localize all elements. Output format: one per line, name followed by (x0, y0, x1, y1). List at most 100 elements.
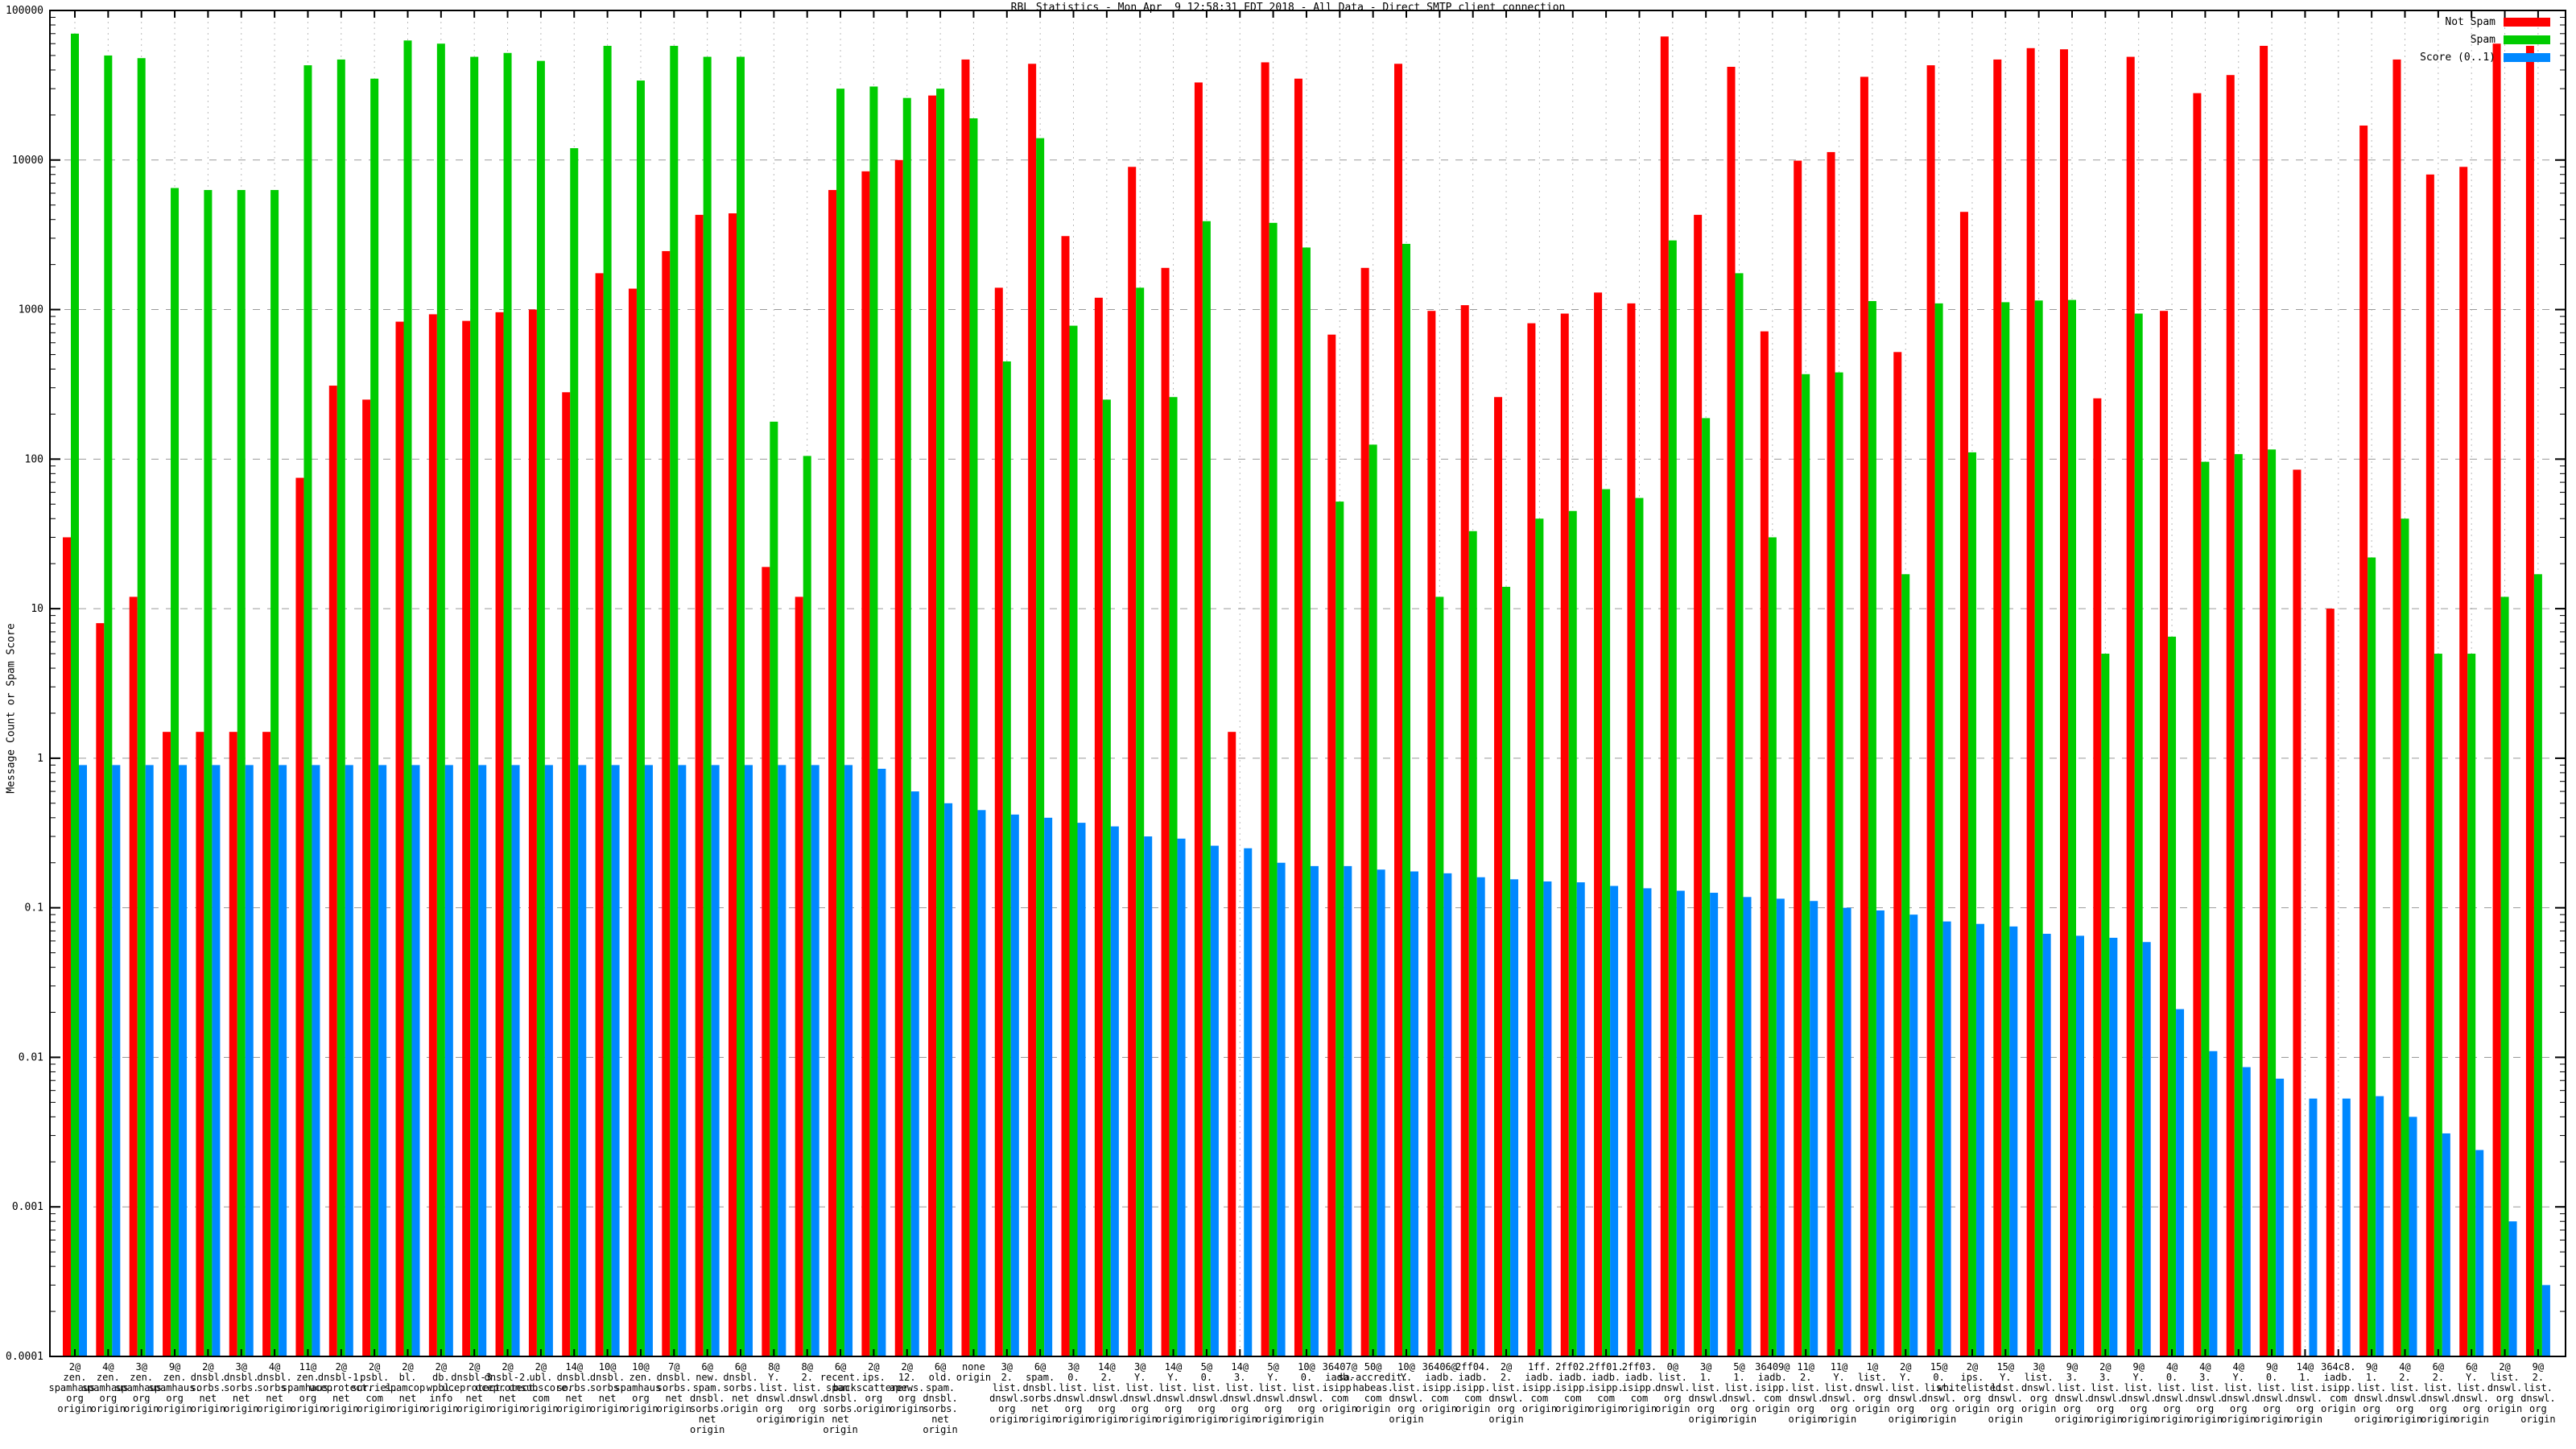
bar (2193, 93, 2202, 1356)
x-category-label: 2@ Y. list. dnswl. org origin (1889, 1361, 1923, 1425)
x-category-label: 9@ 1. list. dnswl. org origin (2354, 1361, 2388, 1425)
bar (961, 59, 970, 1356)
bar (1335, 502, 1344, 1356)
bar (1893, 352, 1902, 1357)
x-category-label: 14@ 3. list. dnswl. org origin (1223, 1361, 1257, 1425)
bar (71, 33, 79, 1356)
bar (869, 86, 878, 1357)
bar (1302, 247, 1311, 1356)
x-category-label: 11@ Y. list. dnswl. org origin (1822, 1361, 1856, 1425)
bar (503, 52, 512, 1357)
bar (1202, 221, 1211, 1356)
bar (977, 810, 986, 1356)
bar (171, 188, 180, 1357)
x-category-label: 9@ 2. list. dnswl. org origin (2520, 1361, 2555, 1425)
bar (2401, 518, 2409, 1356)
x-category-label: 6@ recent. spam. dnsbl. sorbs. net origin (820, 1361, 861, 1435)
bar (2234, 454, 2243, 1356)
bar (229, 732, 237, 1356)
x-category-label: 2@ 12. apews. org origin (890, 1361, 924, 1414)
bar (63, 537, 71, 1356)
bar (611, 765, 620, 1356)
bar (1310, 865, 1319, 1356)
x-category-label: 4@ 0. list. dnswl. org origin (2154, 1361, 2189, 1425)
bar (1702, 418, 1711, 1356)
bar (245, 765, 254, 1356)
bar (2001, 302, 2010, 1357)
bar (603, 45, 612, 1356)
bar (1228, 732, 1236, 1356)
bar (1710, 893, 1719, 1356)
x-category-label: 10@ 0. list. dnswl. org origin (1289, 1361, 1323, 1425)
bar (196, 732, 204, 1356)
bar (2242, 1067, 2251, 1356)
x-category-label: 7@ dnsbl. sorbs. net origin (657, 1361, 691, 1414)
bar (2276, 1078, 2285, 1356)
bar (2109, 937, 2118, 1356)
bars (63, 33, 2550, 1357)
bar (910, 791, 919, 1356)
x-category-label: 2ff03. iadb. isipp. com origin (1622, 1361, 1657, 1414)
bar (729, 213, 737, 1356)
bar (1435, 597, 1444, 1356)
bar (1010, 814, 1019, 1356)
x-category-label: 14@ dnsbl. sorbs. net origin (557, 1361, 592, 1414)
x-category-label: 5@ 0. list. dnswl. org origin (1189, 1361, 1224, 1425)
bar (428, 314, 437, 1356)
bar (1967, 452, 1976, 1356)
bar (944, 803, 953, 1356)
bar (928, 95, 937, 1356)
bar (2309, 1098, 2318, 1356)
x-category-label: 8@ 2. list. dnswl. org origin (790, 1361, 824, 1425)
x-category-label: 15@ Y. list. dnswl. org origin (1988, 1361, 2023, 1425)
bar (1394, 64, 1402, 1357)
bar (1694, 214, 1703, 1356)
bar (1261, 62, 1269, 1356)
x-category-label: 36409@ iadb. isipp. com origin (1755, 1361, 1790, 1414)
bar (2376, 1096, 2384, 1356)
bar (836, 89, 845, 1356)
bar (936, 89, 945, 1356)
x-category-label: 4@ 3. list. dnswl. org origin (2188, 1361, 2223, 1425)
bar (778, 765, 786, 1356)
bar (1094, 297, 1103, 1356)
bar (902, 97, 911, 1357)
bar (1835, 372, 1843, 1356)
x-category-label: 6@ spam. dnsbl. sorbs. net origin (1022, 1361, 1057, 1425)
bar (2009, 926, 2018, 1356)
bar (2068, 299, 2076, 1356)
bar (2093, 398, 2102, 1357)
bar (303, 65, 312, 1357)
bar (1494, 397, 1503, 1357)
bar (1942, 921, 1951, 1356)
bar (237, 190, 246, 1356)
bar (1810, 901, 1818, 1356)
bar (1794, 160, 1802, 1357)
bar (1210, 845, 1219, 1356)
bar (1327, 334, 1336, 1357)
bar (2201, 461, 2210, 1356)
bar (1668, 240, 1677, 1356)
bar (1502, 586, 1511, 1356)
bar (1443, 873, 1452, 1356)
x-category-label: 6@ new. spam. dnsbl. sorbs. net origin (690, 1361, 724, 1435)
y-axis-label: Message Count or Spam Score (5, 623, 18, 794)
bar (2434, 654, 2442, 1356)
bar (279, 765, 287, 1356)
x-category-label: 2@ list. dnswl. org origin (2487, 1361, 2522, 1414)
bar (2134, 313, 2143, 1356)
bar (96, 623, 105, 1356)
x-category-label: 6@ Y. list. dnswl. org origin (2454, 1361, 2489, 1425)
y-tick-label: 0.0001 (6, 1351, 43, 1363)
bar (462, 320, 471, 1356)
bar (2176, 1009, 2185, 1356)
x-category-label: 2@ dnsbl. sorbs. net origin (191, 1361, 225, 1414)
x-category-label: 3@ 0. list. dnswl. org origin (1056, 1361, 1091, 1425)
bar (2359, 125, 2368, 1357)
x-category-label: 2@ 3. list. dnswl. org origin (2088, 1361, 2123, 1425)
x-category-label: 4@ Y. list. dnswl. org origin (2221, 1361, 2256, 1425)
x-category-label: 8@ Y. list. dnswl. org origin (757, 1361, 791, 1425)
bar (1934, 303, 1943, 1356)
bar (1377, 869, 1385, 1356)
bar (312, 765, 320, 1356)
